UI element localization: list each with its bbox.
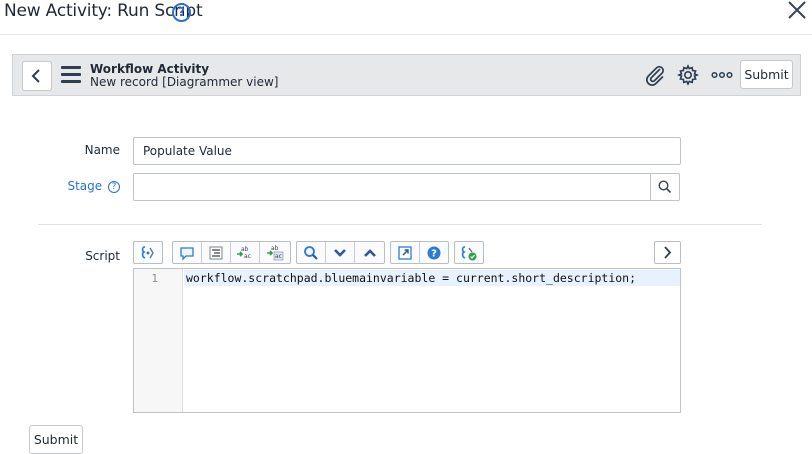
- back-button[interactable]: [22, 61, 52, 91]
- stage-input[interactable]: [133, 173, 651, 201]
- replace-icon[interactable]: ab ac: [231, 242, 260, 263]
- expand-editor-button[interactable]: [654, 241, 681, 264]
- toolbar-group-edit: ab ac ab ac: [172, 241, 291, 264]
- svg-text:ab: ab: [271, 245, 279, 252]
- close-icon[interactable]: [785, 0, 809, 20]
- paperclip-icon[interactable]: [643, 63, 667, 87]
- help-icon[interactable]: ?: [420, 242, 448, 263]
- title-divider: [0, 34, 812, 35]
- svg-text:ac: ac: [275, 253, 282, 260]
- search-icon[interactable]: [297, 242, 326, 263]
- svg-text:?: ?: [431, 248, 437, 259]
- toolbar-group-debug: [454, 241, 484, 264]
- stage-label-text: Stage: [67, 179, 103, 193]
- form-title: Workflow Activity: [90, 62, 210, 76]
- toolbar-group-search: [296, 241, 385, 264]
- chevron-left-icon: [31, 69, 40, 83]
- fullscreen-icon[interactable]: [391, 242, 420, 263]
- toggle-down-icon[interactable]: [326, 242, 355, 263]
- script-label: Script: [85, 249, 120, 263]
- gear-icon[interactable]: [676, 63, 700, 87]
- script-include-icon[interactable]: [134, 242, 162, 263]
- toolbar-group-view: ?: [390, 241, 449, 264]
- stage-help-icon[interactable]: ?: [108, 181, 120, 193]
- stage-lookup-button[interactable]: [650, 173, 680, 201]
- search-icon: [658, 180, 672, 194]
- code-line[interactable]: workflow.scratchpad.bluemainvariable = c…: [186, 271, 636, 285]
- question-circle-icon[interactable]: ?: [172, 3, 191, 22]
- more-options-icon[interactable]: [710, 63, 734, 87]
- footer-submit-button[interactable]: Submit: [29, 425, 83, 454]
- line-number-gutter: 1: [134, 269, 183, 412]
- format-code-icon[interactable]: [202, 242, 231, 263]
- toggle-up-icon[interactable]: [355, 242, 384, 263]
- toolbar-group-script: [133, 241, 163, 264]
- header-submit-button[interactable]: Submit: [740, 60, 793, 89]
- script-editor[interactable]: 1 workflow.scratchpad.bluemainvariable =…: [133, 268, 681, 413]
- chevron-right-icon: [664, 246, 672, 259]
- name-input[interactable]: Populate Value: [133, 137, 681, 165]
- svg-text:ab: ab: [241, 246, 249, 253]
- hamburger-menu-icon[interactable]: [61, 66, 81, 84]
- comment-icon[interactable]: [173, 242, 202, 263]
- name-label: Name: [84, 143, 120, 157]
- line-number: 1: [151, 272, 158, 285]
- svg-text:ac: ac: [244, 253, 251, 260]
- script-debug-icon[interactable]: [455, 242, 483, 263]
- stage-label[interactable]: Stage ?: [40, 179, 120, 193]
- form-subtitle: New record [Diagrammer view]: [90, 75, 279, 89]
- section-divider: [38, 224, 762, 225]
- replace-all-icon[interactable]: ab ac: [260, 242, 289, 263]
- form-header-bar: Workflow Activity New record [Diagrammer…: [12, 54, 801, 96]
